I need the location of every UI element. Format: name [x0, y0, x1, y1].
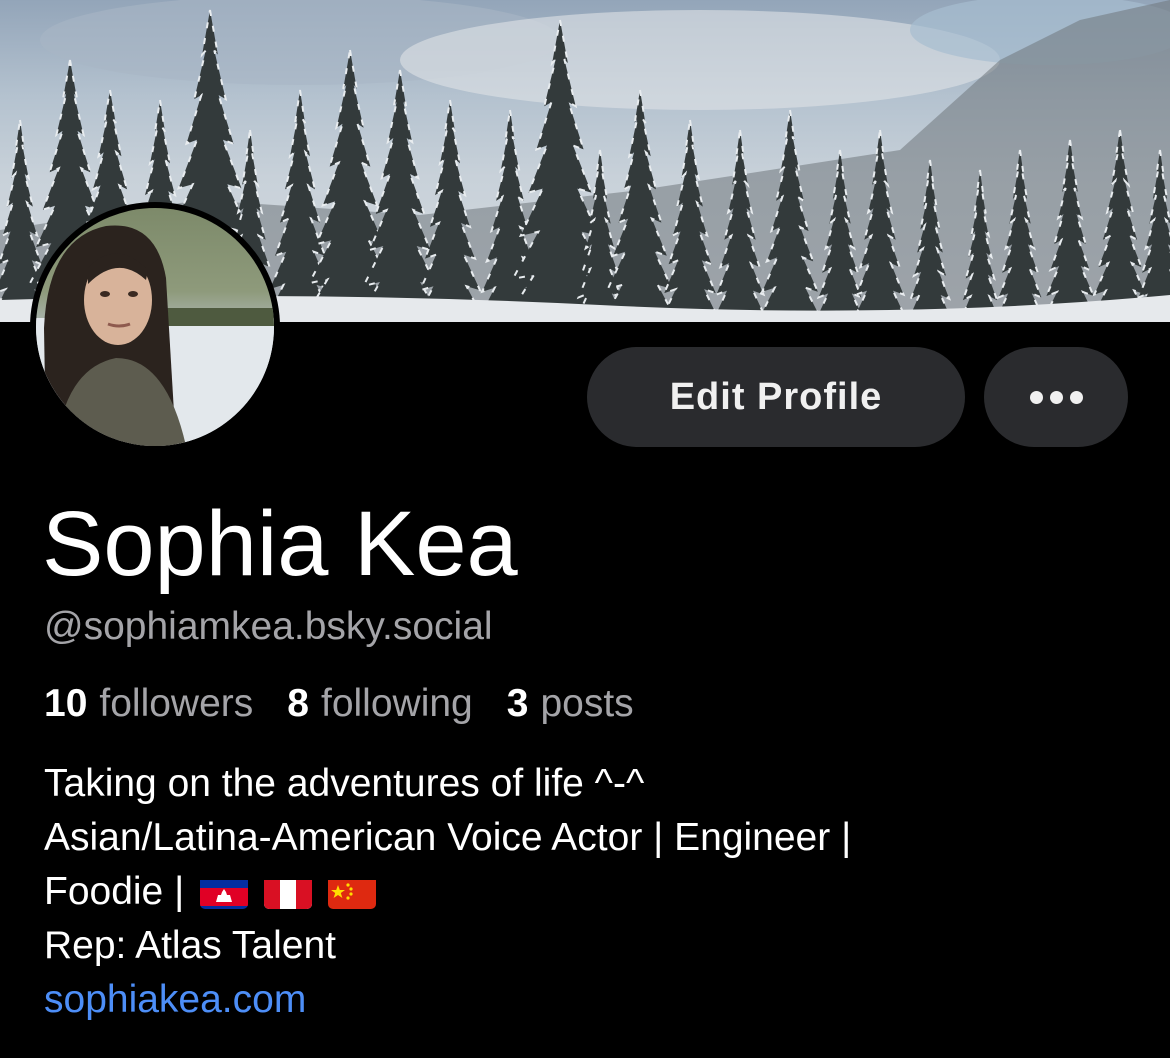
bio-line-4: Rep: Atlas Talent [44, 924, 336, 967]
followers-stat[interactable]: 10 followers [44, 681, 253, 727]
avatar-photo [36, 208, 274, 446]
edit-profile-button[interactable]: Edit Profile [587, 347, 965, 447]
profile-page: Edit Profile Sophia Kea @sophiamkea.bsky… [0, 0, 1170, 1058]
bio-line-3: Foodie | [44, 865, 1134, 919]
ellipsis-icon [1029, 390, 1083, 404]
bio-line-2: Asian/Latina-American Voice Actor | Engi… [44, 816, 852, 859]
display-name: Sophia Kea [42, 493, 518, 595]
followers-label: followers [99, 682, 254, 725]
cambodia-flag-icon [200, 875, 249, 909]
following-count: 8 [287, 682, 309, 725]
website-link[interactable]: sophiakea.com [44, 973, 306, 1027]
peru-flag-icon [264, 875, 313, 909]
followers-count: 10 [44, 682, 88, 725]
profile-stats: 10 followers 8 following 3 posts [44, 681, 668, 727]
edit-profile-label: Edit Profile [669, 375, 883, 418]
bio: Taking on the adventures of life ^-^ Asi… [44, 757, 1134, 1027]
posts-count: 3 [506, 682, 529, 725]
bio-line-3-text: Foodie | [44, 870, 185, 913]
china-flag-icon [328, 875, 377, 909]
posts-stat: 3 posts [507, 681, 634, 727]
handle: @sophiamkea.bsky.social [44, 605, 493, 648]
following-label: following [320, 682, 473, 725]
bio-line-1: Taking on the adventures of life ^-^ [44, 762, 645, 805]
bio-link-line: sophiakea.com [44, 973, 1134, 1027]
following-stat[interactable]: 8 following [287, 681, 472, 727]
profile-avatar[interactable] [30, 202, 280, 452]
posts-label: posts [540, 682, 634, 725]
more-options-button[interactable] [984, 347, 1128, 447]
